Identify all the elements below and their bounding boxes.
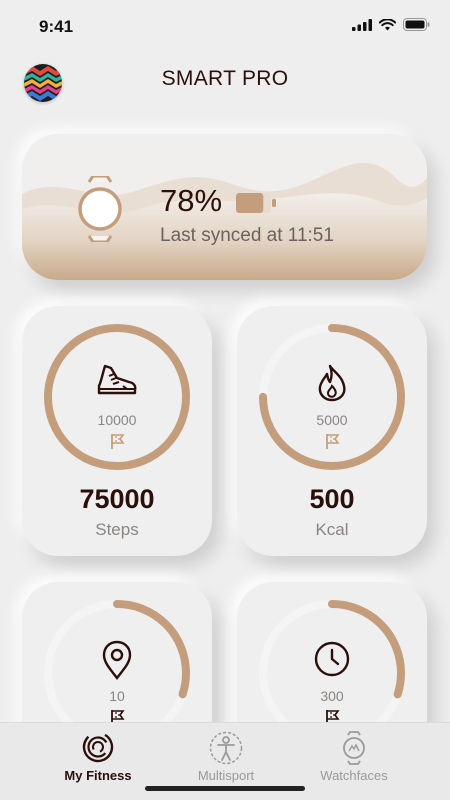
- time-goal: 300: [320, 688, 344, 704]
- steps-label: Steps: [95, 520, 139, 539]
- sync-status: Last synced at 11:51: [160, 225, 334, 246]
- tab-my-fitness[interactable]: My Fitness: [33, 723, 163, 793]
- app-header: SMART PRO: [0, 56, 450, 106]
- watch-icon: [343, 731, 365, 765]
- flame-icon: [318, 364, 346, 402]
- fitness-rings-icon: [82, 731, 114, 763]
- steps-goal: 10000: [97, 412, 137, 428]
- home-indicator: [145, 786, 305, 791]
- location-pin-icon: [102, 640, 132, 680]
- battery-percent: 78%: [160, 183, 223, 218]
- tab-watchfaces[interactable]: Watchfaces: [289, 723, 419, 793]
- battery-status-icon: [403, 18, 430, 31]
- kcal-goal: 5000: [316, 412, 348, 428]
- sneaker-icon: [97, 364, 137, 395]
- kcal-card[interactable]: 5000 500 Kcal: [237, 306, 427, 556]
- tab-label: My Fitness: [64, 768, 132, 783]
- wifi-icon: [379, 18, 396, 30]
- tab-label: Watchfaces: [320, 768, 388, 783]
- person-icon: [209, 731, 243, 765]
- kcal-value: 500: [309, 484, 355, 514]
- status-bar: 9:41: [0, 0, 450, 52]
- goal-flag-icon: [111, 434, 125, 449]
- status-time: 9:41: [39, 17, 74, 36]
- watch-icon: [78, 176, 122, 242]
- steps-value: 75000: [79, 484, 155, 514]
- battery-icon: [236, 193, 276, 213]
- tab-multisport[interactable]: Multisport: [161, 723, 291, 793]
- clock-icon: [314, 641, 350, 677]
- goal-flag-icon: [326, 434, 340, 449]
- device-status-card[interactable]: 78% Last synced at 11:51: [22, 134, 427, 280]
- distance-goal: 10: [109, 688, 125, 704]
- kcal-label: Kcal: [315, 520, 349, 539]
- tab-label: Multisport: [197, 768, 255, 783]
- cellular-signal-icon: [352, 18, 372, 31]
- status-icons: [352, 18, 430, 31]
- page-title: SMART PRO: [161, 67, 289, 90]
- steps-card[interactable]: 10000 75000 Steps: [22, 306, 212, 556]
